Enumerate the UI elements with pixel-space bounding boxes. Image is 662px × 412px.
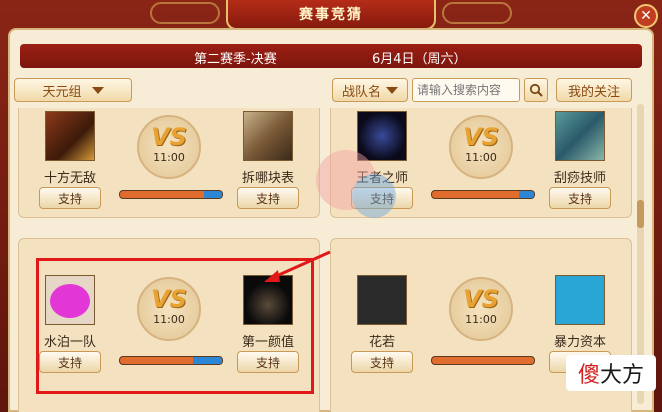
vs-badge: VS 11:00 <box>449 115 513 179</box>
support-button[interactable]: 支持 <box>549 187 611 209</box>
site-badge-left: 傻 <box>577 363 600 388</box>
team-logo <box>45 111 95 161</box>
close-icon[interactable]: ✕ <box>634 4 658 28</box>
team-name: 水泊一队 <box>43 335 96 350</box>
team-name: 花若 <box>368 335 395 350</box>
my-follow-button[interactable]: 我的关注 <box>556 78 632 102</box>
match-time: 11:00 <box>465 151 497 164</box>
team-name-dropdown[interactable]: 战队名 <box>332 78 408 102</box>
team-name: 暴力资本 <box>553 335 606 350</box>
header-decoration-left <box>150 2 220 24</box>
vs-badge: VS 11:00 <box>137 277 201 341</box>
support-ratio-bar <box>119 356 223 365</box>
search-button[interactable] <box>524 78 548 102</box>
team-dropdown-label: 战队名 <box>341 84 381 100</box>
support-button[interactable]: 支持 <box>39 187 101 209</box>
vs-text: VS <box>463 285 499 313</box>
site-badge-right: 大方 <box>600 363 645 388</box>
support-ratio-fill-b <box>518 191 534 198</box>
support-button[interactable]: 支持 <box>237 187 299 209</box>
vs-badge: VS 11:00 <box>137 115 201 179</box>
support-button[interactable]: 支持 <box>39 351 101 373</box>
site-watermark-badge: 傻 大方 <box>566 355 656 391</box>
support-button[interactable]: 支持 <box>351 351 413 373</box>
support-ratio-fill-b <box>203 191 222 198</box>
support-ratio-bar <box>431 190 535 199</box>
team-logo <box>555 111 605 161</box>
support-ratio-bar <box>431 356 535 365</box>
match-date: 6月4日（周六） <box>372 52 467 67</box>
team-name: 刮痧技师 <box>553 171 606 186</box>
team-a: 花若 支持 <box>347 275 417 373</box>
support-ratio-bar <box>119 190 223 199</box>
team-b: 拆哪块表 支持 <box>233 111 303 209</box>
support-ratio-fill-b <box>193 357 222 364</box>
search-input[interactable] <box>412 78 520 102</box>
chevron-down-icon <box>386 86 398 94</box>
match-time: 11:00 <box>465 313 497 326</box>
team-a: 十方无敌 支持 <box>35 111 105 209</box>
logo-shape <box>50 284 90 318</box>
header-decoration-right <box>442 2 512 24</box>
search-icon <box>529 83 543 97</box>
scroll-thumb[interactable] <box>637 200 644 228</box>
match-time: 11:00 <box>153 151 185 164</box>
vs-text: VS <box>151 123 187 151</box>
team-b: 第一颜值 支持 <box>233 275 303 373</box>
team-b: 刮痧技师 支持 <box>545 111 615 209</box>
season-label: 第二赛季-决赛 <box>194 52 277 67</box>
match-time: 11:00 <box>153 313 185 326</box>
team-name: 十方无敌 <box>43 171 96 186</box>
match-info-bar: 第二赛季-决赛 6月4日（周六） <box>20 44 642 68</box>
match-card: 十方无敌 支持 VS 11:00 拆哪块表 支持 <box>18 108 320 218</box>
group-dropdown-label: 天元组 <box>42 84 82 100</box>
team-a: 水泊一队 支持 <box>35 275 105 373</box>
team-name: 拆哪块表 <box>241 171 294 186</box>
chevron-down-icon <box>91 86 104 94</box>
team-logo <box>357 275 407 325</box>
team-logo <box>45 275 95 325</box>
page-title: 赛事竞猜 <box>226 0 436 30</box>
mascot-watermark <box>316 150 396 218</box>
team-logo <box>243 111 293 161</box>
team-logo <box>555 275 605 325</box>
team-name: 第一颜值 <box>241 335 294 350</box>
vs-badge: VS 11:00 <box>449 277 513 341</box>
vs-text: VS <box>151 285 187 313</box>
annotation-arrow <box>264 250 331 282</box>
vs-text: VS <box>463 123 499 151</box>
group-dropdown[interactable]: 天元组 <box>14 78 132 102</box>
support-button[interactable]: 支持 <box>237 351 299 373</box>
